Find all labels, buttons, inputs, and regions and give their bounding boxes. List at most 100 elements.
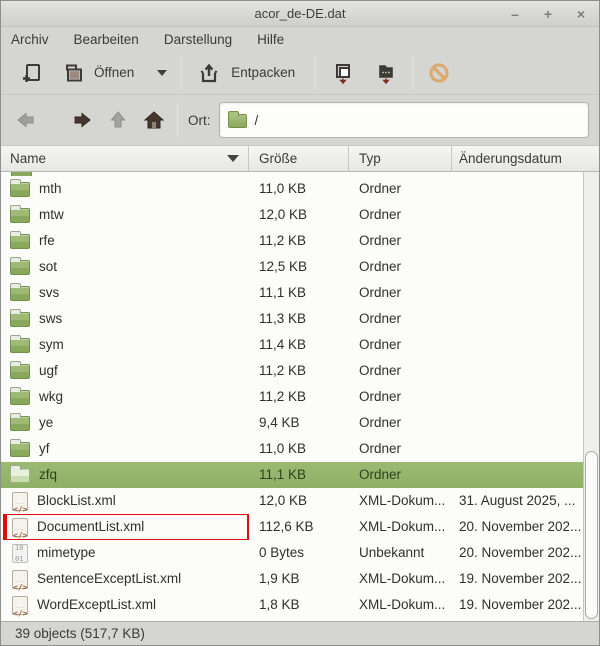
file-type: Ordner [349, 358, 452, 384]
file-type-icon [10, 182, 30, 197]
menu-hilfe[interactable]: Hilfe [256, 30, 285, 49]
table-row[interactable]: rfe 11,2 KB Ordner [1, 228, 585, 254]
table-row[interactable]: ugf 11,2 KB Ordner [1, 358, 585, 384]
add-folder-icon [372, 60, 398, 86]
file-type-icon [10, 260, 30, 275]
window-controls: – + × [507, 1, 589, 26]
file-type: Ordner [349, 306, 452, 332]
file-name: ugf [39, 358, 58, 384]
table-row[interactable]: svs 11,1 KB Ordner [1, 280, 585, 306]
home-button[interactable] [139, 105, 169, 135]
titlebar: acor_de-DE.dat – + × [1, 1, 599, 27]
minimize-icon[interactable]: – [507, 6, 523, 22]
statusbar: 39 objects (517,7 KB) [1, 621, 599, 645]
add-files-button[interactable] [324, 56, 362, 90]
location-input[interactable]: / [219, 102, 590, 138]
file-size: 11,0 KB [249, 436, 349, 462]
menu-darstellung[interactable]: Darstellung [163, 30, 233, 49]
file-name: ye [39, 410, 53, 436]
vertical-scrollbar[interactable] [583, 172, 599, 621]
table-row[interactable]: sym 11,4 KB Ordner [1, 332, 585, 358]
table-row[interactable]: sws 11,3 KB Ordner [1, 306, 585, 332]
table-row[interactable]: ye 9,4 KB Ordner [1, 410, 585, 436]
column-header-size[interactable]: Größe [249, 146, 349, 171]
file-type: XML-Dokum... [349, 514, 452, 540]
file-type-icon [10, 312, 30, 327]
file-name: WordExceptList.xml [37, 592, 156, 618]
extract-button[interactable]: Entpacken [190, 56, 301, 90]
table-row[interactable]: wkg 11,2 KB Ordner [1, 384, 585, 410]
file-size: 11,1 KB [249, 280, 349, 306]
file-type: Ordner [349, 462, 452, 488]
file-date: 20. November 202... [452, 514, 585, 540]
file-size: 11,2 KB [249, 358, 349, 384]
file-type-icon [10, 338, 30, 353]
file-size: 11,0 KB [249, 176, 349, 202]
file-type-icon [12, 518, 28, 537]
chevron-down-icon[interactable] [157, 70, 167, 76]
file-name: SentenceExceptList.xml [37, 566, 181, 592]
toolbar-separator [181, 56, 182, 90]
column-headers: Name Größe Typ Änderungsdatum [1, 145, 599, 172]
table-row[interactable]: zfq 11,1 KB Ordner [1, 462, 585, 488]
file-size: 12,0 KB [249, 488, 349, 514]
folder-icon [228, 114, 247, 128]
file-name: sym [39, 332, 64, 358]
table-row[interactable]: mtw 12,0 KB Ordner [1, 202, 585, 228]
table-row[interactable]: mimetype 0 Bytes Unbekannt 20. November … [1, 540, 585, 566]
file-list: mth 11,0 KB Ordner mtw 12,0 KB Ordner rf… [1, 172, 599, 621]
open-archive-button[interactable]: Öffnen [55, 57, 173, 89]
table-row[interactable]: sot 12,5 KB Ordner [1, 254, 585, 280]
table-row[interactable]: DocumentList.xml 112,6 KB XML-Dokum... 2… [1, 514, 585, 540]
file-size: 0 Bytes [249, 540, 349, 566]
file-name: zfq [39, 462, 57, 488]
file-type: Ordner [349, 410, 452, 436]
add-folder-button[interactable] [366, 56, 404, 90]
stop-icon [427, 61, 451, 85]
up-button[interactable] [103, 105, 133, 135]
file-name: wkg [39, 384, 63, 410]
table-row[interactable]: BlockList.xml 12,0 KB XML-Dokum... 31. A… [1, 488, 585, 514]
column-header-date[interactable]: Änderungsdatum [452, 146, 599, 171]
close-icon[interactable]: × [573, 6, 589, 22]
file-date: 19. November 202... [452, 566, 585, 592]
column-header-name[interactable]: Name [1, 146, 249, 171]
file-type: Ordner [349, 254, 452, 280]
file-type: Ordner [349, 280, 452, 306]
file-type: XML-Dokum... [349, 566, 452, 592]
file-type-icon [10, 442, 30, 457]
file-name: sws [39, 306, 62, 332]
file-name: mimetype [37, 540, 96, 566]
file-size: 1,9 KB [249, 566, 349, 592]
file-size: 11,2 KB [249, 228, 349, 254]
file-type: Ordner [349, 384, 452, 410]
file-type: Ordner [349, 202, 452, 228]
file-name: mtw [39, 202, 64, 228]
table-row[interactable]: SentenceExceptList.xml 1,9 KB XML-Dokum.… [1, 566, 585, 592]
toolbar-separator [315, 56, 316, 90]
file-date: 20. November 202... [452, 540, 585, 566]
back-button[interactable] [11, 105, 41, 135]
table-row[interactable]: mth 11,0 KB Ordner [1, 176, 585, 202]
forward-button[interactable] [67, 105, 97, 135]
maximize-icon[interactable]: + [540, 6, 556, 22]
table-row[interactable]: yf 11,0 KB Ordner [1, 436, 585, 462]
file-type: XML-Dokum... [349, 488, 452, 514]
column-header-type[interactable]: Typ [349, 146, 452, 171]
file-type-icon [10, 286, 30, 301]
file-type-icon [12, 596, 28, 615]
file-type: Ordner [349, 436, 452, 462]
table-row[interactable]: WordExceptList.xml 1,8 KB XML-Dokum... 1… [1, 592, 585, 618]
location-path: / [255, 113, 259, 128]
menu-bearbeiten[interactable]: Bearbeiten [73, 30, 140, 49]
toolbar-separator [412, 56, 413, 90]
new-archive-icon [19, 61, 43, 85]
new-archive-button[interactable] [13, 57, 49, 89]
stop-button [421, 57, 457, 89]
menu-archiv[interactable]: Archiv [10, 30, 50, 49]
sort-descending-icon [227, 155, 239, 162]
scrollbar-thumb[interactable] [585, 451, 598, 619]
file-type-icon [10, 416, 30, 431]
file-type-icon [12, 544, 28, 563]
window-title: acor_de-DE.dat [254, 6, 345, 21]
